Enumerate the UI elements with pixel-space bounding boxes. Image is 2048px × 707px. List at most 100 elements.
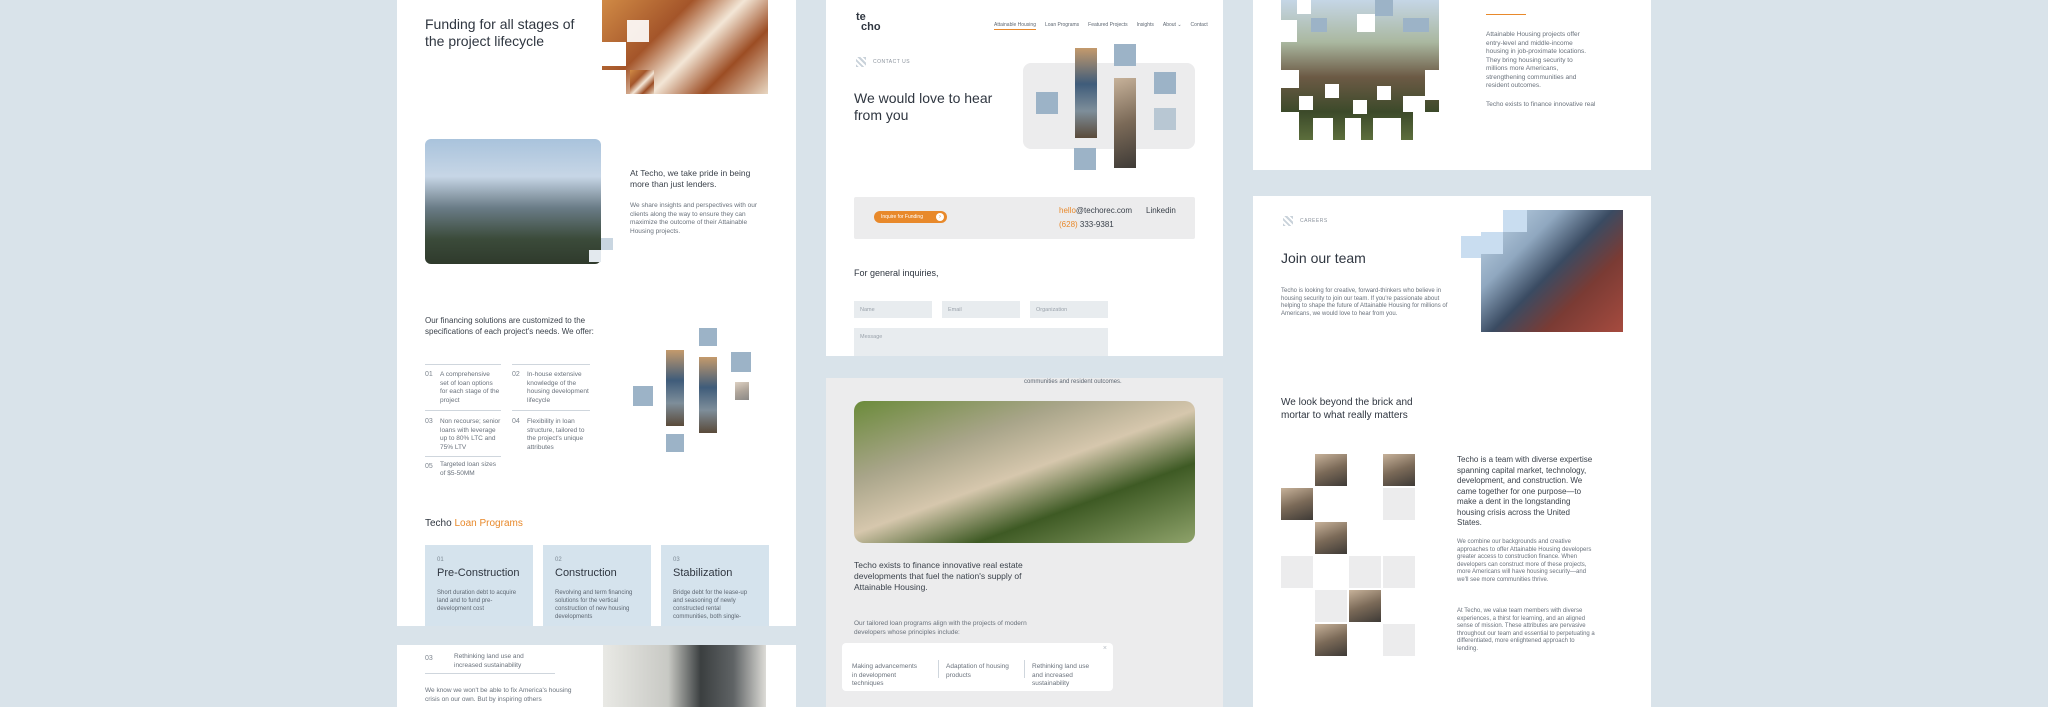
program-card-stabilization[interactable]: 03 Stabilization Bridge debt for the lea… [661,545,769,626]
nav-attainable-housing[interactable]: Attainable Housing [994,22,1036,30]
collage-square [1353,100,1367,114]
collage-square [1281,20,1297,42]
collage-square [1357,14,1375,32]
collage-square [699,328,717,346]
linkedin-link[interactable]: Linkedin [1146,206,1176,215]
offer-num: 03 [425,418,433,425]
building-strip-photo [666,350,684,426]
collage-square [1313,118,1333,140]
careers-eyebrow: CAREERS [1300,218,1328,224]
sustainability-page: 03 Rethinking land use and increased sus… [397,645,796,707]
collage-square [1481,232,1503,254]
programs-heading: Techo Loan Programs [425,518,523,529]
email-rest: @techorec.com [1075,206,1133,215]
collage-square [633,386,653,406]
programs-prefix: Techo [425,518,455,529]
pride-title: At Techo, we take pride in being more th… [630,168,751,189]
pattern-icon [856,57,866,67]
nav-featured-projects[interactable]: Featured Projects [1088,22,1127,30]
team-photo [1315,522,1347,554]
pattern-icon [1283,216,1293,226]
arrow-right-icon: › [936,213,944,221]
email-field[interactable]: Email [942,301,1020,318]
grid-cell [1383,488,1415,520]
contact-heading: We would love to hear from you [854,90,993,123]
framing-photo [602,0,768,94]
lifecycle-heading: Funding for all stages of the project li… [425,16,575,49]
divider [1024,660,1025,678]
nav-loan-programs[interactable]: Loan Programs [1045,22,1079,30]
offer-num: 02 [512,371,520,378]
collage-square [1503,210,1527,232]
mission-page: communities and resident outcomes. Techo… [826,378,1223,707]
inquire-button[interactable]: Inquire for Funding › [874,211,947,223]
program-card-construction[interactable]: 02 Construction Revolving and term finan… [543,545,651,626]
accent-rule [1486,14,1526,15]
contact-email[interactable]: hello@techorec.com [1059,206,1132,215]
collage-square [1311,18,1327,32]
logo[interactable]: te cho [856,12,881,33]
offer-text: Targeted loan sizes of $5-50MM [440,461,497,477]
nav-contact[interactable]: Contact [1191,22,1208,30]
team-photo [1383,454,1415,486]
offer-text: Flexibility in loan structure, tailored … [527,418,585,451]
mission-text: Techo exists to finance innovative real … [854,560,1023,592]
team-photo [1281,488,1313,520]
phone-rest: 333-9381 [1077,220,1114,229]
nav-insights[interactable]: Insights [1137,22,1154,30]
bottom-body: We know we won't be able to fix America'… [425,687,572,703]
team-photo [1315,454,1347,486]
top-nav: Attainable Housing Loan Programs Feature… [994,22,1208,30]
team-photo [1349,590,1381,622]
attainable-housing-page: Attainable Housing projects offer entry-… [1253,0,1651,170]
collage-square [1281,70,1299,88]
look-beyond-heading: We look beyond the brick and mortar to w… [1281,397,1413,421]
collage-square [602,70,626,94]
terraced-houses-photo [854,401,1195,543]
collage-square [630,70,654,94]
top-text: communities and resident outcomes. [1024,379,1122,385]
grid-cell [1315,590,1347,622]
organization-placeholder: Organization [1036,307,1068,313]
program-title: Construction [555,567,617,579]
principles-box: Making advancements in development techn… [842,643,1113,691]
program-card-pre-construction[interactable]: 01 Pre-Construction Short duration debt … [425,545,533,626]
program-desc: Short duration debt to acquire land and … [437,590,517,612]
offer-intro: Our financing solutions are customized t… [425,316,594,336]
contact-phone[interactable]: (628) 333-9381 [1059,220,1114,229]
program-desc: Bridge debt for the lease-up and seasoni… [673,590,748,620]
collage-square [1325,84,1339,98]
offer-num: 01 [425,371,433,378]
logo-line2: cho [861,21,881,33]
program-title: Pre-Construction [437,567,520,579]
collage-square [602,42,626,66]
grid-cell [1383,556,1415,588]
close-icon[interactable]: × [1103,645,1107,652]
message-placeholder: Message [860,334,883,340]
collage-square [1299,96,1313,110]
item-num: 03 [425,655,433,662]
chevron-down-icon: ⌄ [1175,22,1182,28]
collage-square [1036,92,1058,114]
collage-square [1345,118,1361,140]
principle-item: Adaptation of housing products [946,663,1009,679]
collage-square [1481,210,1503,232]
careers-heading: Join our team [1281,250,1366,266]
program-title: Stabilization [673,567,733,579]
collage-square [1074,148,1096,170]
team-photo [1315,624,1347,656]
team-body-1: We combine our backgrounds and creative … [1457,539,1592,583]
grid-cell [1383,624,1415,656]
loan-programs-page: Funding for all stages of the project li… [397,0,796,626]
program-num: 01 [437,557,444,563]
nav-about[interactable]: About ⌄ [1163,22,1182,30]
message-field[interactable]: Message [854,328,1108,356]
people-strip-photo [1114,78,1136,168]
collage-square [666,434,684,452]
organization-field[interactable]: Organization [1030,301,1108,318]
divider [512,364,590,365]
collage-square [1413,112,1439,140]
collage-square [627,20,649,42]
collage-square [1461,258,1481,280]
name-field[interactable]: Name [854,301,932,318]
